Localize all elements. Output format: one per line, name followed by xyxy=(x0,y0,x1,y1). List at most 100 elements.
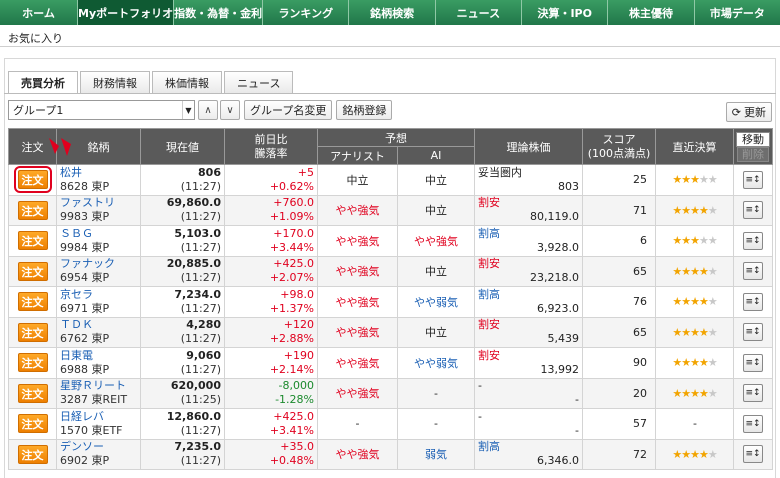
stock-code: 8628 東P xyxy=(60,179,110,193)
earnings-stars: ★★★★★ xyxy=(655,316,734,348)
star-icon: ★ xyxy=(690,447,700,461)
tab-0[interactable]: 売買分析 xyxy=(8,71,78,93)
nav-item[interactable]: 銘柄検索 xyxy=(349,0,436,25)
order-button[interactable]: 注文 xyxy=(17,200,48,220)
price-time: (11:27) xyxy=(180,423,221,437)
stock-name-link[interactable]: デンソー xyxy=(60,440,137,454)
nav-item[interactable]: 決算・IPO xyxy=(522,0,609,25)
order-cell: 注文 xyxy=(8,316,57,348)
move-up-button[interactable]: ∧ xyxy=(198,100,218,120)
star-icon: ★ xyxy=(690,386,700,400)
order-button[interactable]: 注文 xyxy=(13,166,52,194)
tab-3[interactable]: ニュース xyxy=(224,71,294,93)
order-button[interactable]: 注文 xyxy=(17,414,48,434)
order-button[interactable]: 注文 xyxy=(17,444,48,464)
move-cell: ≡↕ xyxy=(733,164,773,196)
header-ai: AI xyxy=(397,146,475,165)
move-header-button[interactable]: 移動 xyxy=(736,131,770,147)
order-cell: 注文 xyxy=(8,194,57,226)
analysis-tabs: 売買分析 財務情報 株価情報 ニュース xyxy=(8,71,295,93)
stock-code: 6902 東P xyxy=(60,454,110,468)
theory-cell: -- xyxy=(474,408,583,440)
reorder-icon[interactable]: ≡↕ xyxy=(743,353,763,372)
nav-item[interactable]: Myポートフォリオ xyxy=(78,0,175,25)
header-score-l1: スコア xyxy=(602,132,636,146)
stock-name-link[interactable]: ＴＤＫ xyxy=(60,318,137,332)
group-select[interactable]: グループ1 ▼ xyxy=(8,100,195,120)
stock-code: 6954 東P xyxy=(60,271,110,285)
score-cell: 72 xyxy=(582,438,656,470)
stock-name-link[interactable]: ファストリ xyxy=(60,196,137,210)
score-value: 76 xyxy=(633,295,647,309)
score-cell: 57 xyxy=(582,408,656,440)
move-cell: ≡↕ xyxy=(733,438,773,470)
change-pct: +1.37% xyxy=(269,301,314,315)
stock-name-link[interactable]: 星野Ｒリート xyxy=(60,379,137,393)
order-cell: 注文 xyxy=(8,377,57,409)
analyst-forecast: やや強気 xyxy=(317,347,398,379)
stock-name-link[interactable]: 日経レバ xyxy=(60,410,137,424)
analyst-forecast: 中立 xyxy=(317,164,398,196)
star-icon: ★ xyxy=(698,386,709,400)
stock-name-link[interactable]: 松井 xyxy=(60,166,137,180)
order-button[interactable]: 注文 xyxy=(17,322,48,342)
reorder-icon[interactable]: ≡↕ xyxy=(743,323,763,342)
order-button[interactable]: 注文 xyxy=(17,353,48,373)
ai-forecast: - xyxy=(397,408,475,440)
earnings-stars: ★★★★★ xyxy=(655,377,734,409)
stock-code: 6971 東P xyxy=(60,301,110,315)
delete-header-button[interactable]: 削除 xyxy=(737,146,769,162)
analyst-forecast: やや強気 xyxy=(317,255,398,287)
score-value: 72 xyxy=(633,447,647,461)
order-cell: 注文 xyxy=(8,286,57,318)
stock-code: 3287 東REIT xyxy=(60,393,128,407)
name-cell: デンソー 6902 東P xyxy=(56,438,141,470)
score-value: 6 xyxy=(640,234,647,248)
reorder-icon[interactable]: ≡↕ xyxy=(743,445,763,464)
nav-item[interactable]: ニュース xyxy=(435,0,523,25)
stock-name-link[interactable]: ファナック xyxy=(60,257,137,271)
nav-item[interactable]: 株主優待 xyxy=(608,0,695,25)
reorder-icon[interactable]: ≡↕ xyxy=(743,262,763,281)
reorder-icon[interactable]: ≡↕ xyxy=(743,231,763,250)
nav-item[interactable]: ホーム xyxy=(0,0,78,25)
header-price: 現在値 xyxy=(140,128,225,165)
theory-value: 6,923.0 xyxy=(537,301,579,315)
order-button[interactable]: 注文 xyxy=(17,261,48,281)
rename-group-button[interactable]: グループ名変更 xyxy=(244,100,333,120)
refresh-button[interactable]: ⟳ 更新 xyxy=(725,102,772,122)
nav-item[interactable]: ランキング xyxy=(263,0,350,25)
analyst-forecast: やや強気 xyxy=(317,194,398,226)
change-cell: +170.0 +3.44% xyxy=(224,225,318,257)
tab-1[interactable]: 財務情報 xyxy=(80,71,150,93)
change-value: +98.0 xyxy=(280,287,314,301)
star-icon: ★ xyxy=(681,264,691,278)
order-button[interactable]: 注文 xyxy=(17,292,48,312)
stock-name-link[interactable]: 日東電 xyxy=(60,349,137,363)
score-value: 57 xyxy=(633,417,647,431)
stock-name-link[interactable]: ＳＢＧ xyxy=(60,227,137,241)
reorder-icon[interactable]: ≡↕ xyxy=(743,170,763,189)
register-stock-button[interactable]: 銘柄登録 xyxy=(336,100,393,120)
reorder-icon[interactable]: ≡↕ xyxy=(743,201,763,220)
analyst-forecast: - xyxy=(317,408,398,440)
change-pct: +0.48% xyxy=(269,454,314,468)
order-button[interactable]: 注文 xyxy=(17,231,48,251)
score-cell: 76 xyxy=(582,286,656,318)
tab-2[interactable]: 株価情報 xyxy=(152,71,222,93)
reorder-icon[interactable]: ≡↕ xyxy=(743,292,763,311)
move-down-button[interactable]: ∨ xyxy=(220,100,240,120)
stock-name-link[interactable]: 京セラ xyxy=(60,288,137,302)
star-icon: ★ xyxy=(698,203,709,217)
name-cell: ＴＤＫ 6762 東P xyxy=(56,316,141,348)
nav-item[interactable]: 指数・為替・金利 xyxy=(174,0,264,25)
reorder-icon[interactable]: ≡↕ xyxy=(743,414,763,433)
change-pct: +2.88% xyxy=(269,332,314,346)
price-time: (11:27) xyxy=(180,454,221,468)
tab-favorites[interactable]: お気に入り xyxy=(8,30,63,46)
order-button[interactable]: 注文 xyxy=(17,383,48,403)
nav-item[interactable]: 市場データ xyxy=(694,0,780,25)
star-icon: ★ xyxy=(690,325,700,339)
price-value: 69,860.0 xyxy=(166,196,221,210)
reorder-icon[interactable]: ≡↕ xyxy=(743,384,763,403)
